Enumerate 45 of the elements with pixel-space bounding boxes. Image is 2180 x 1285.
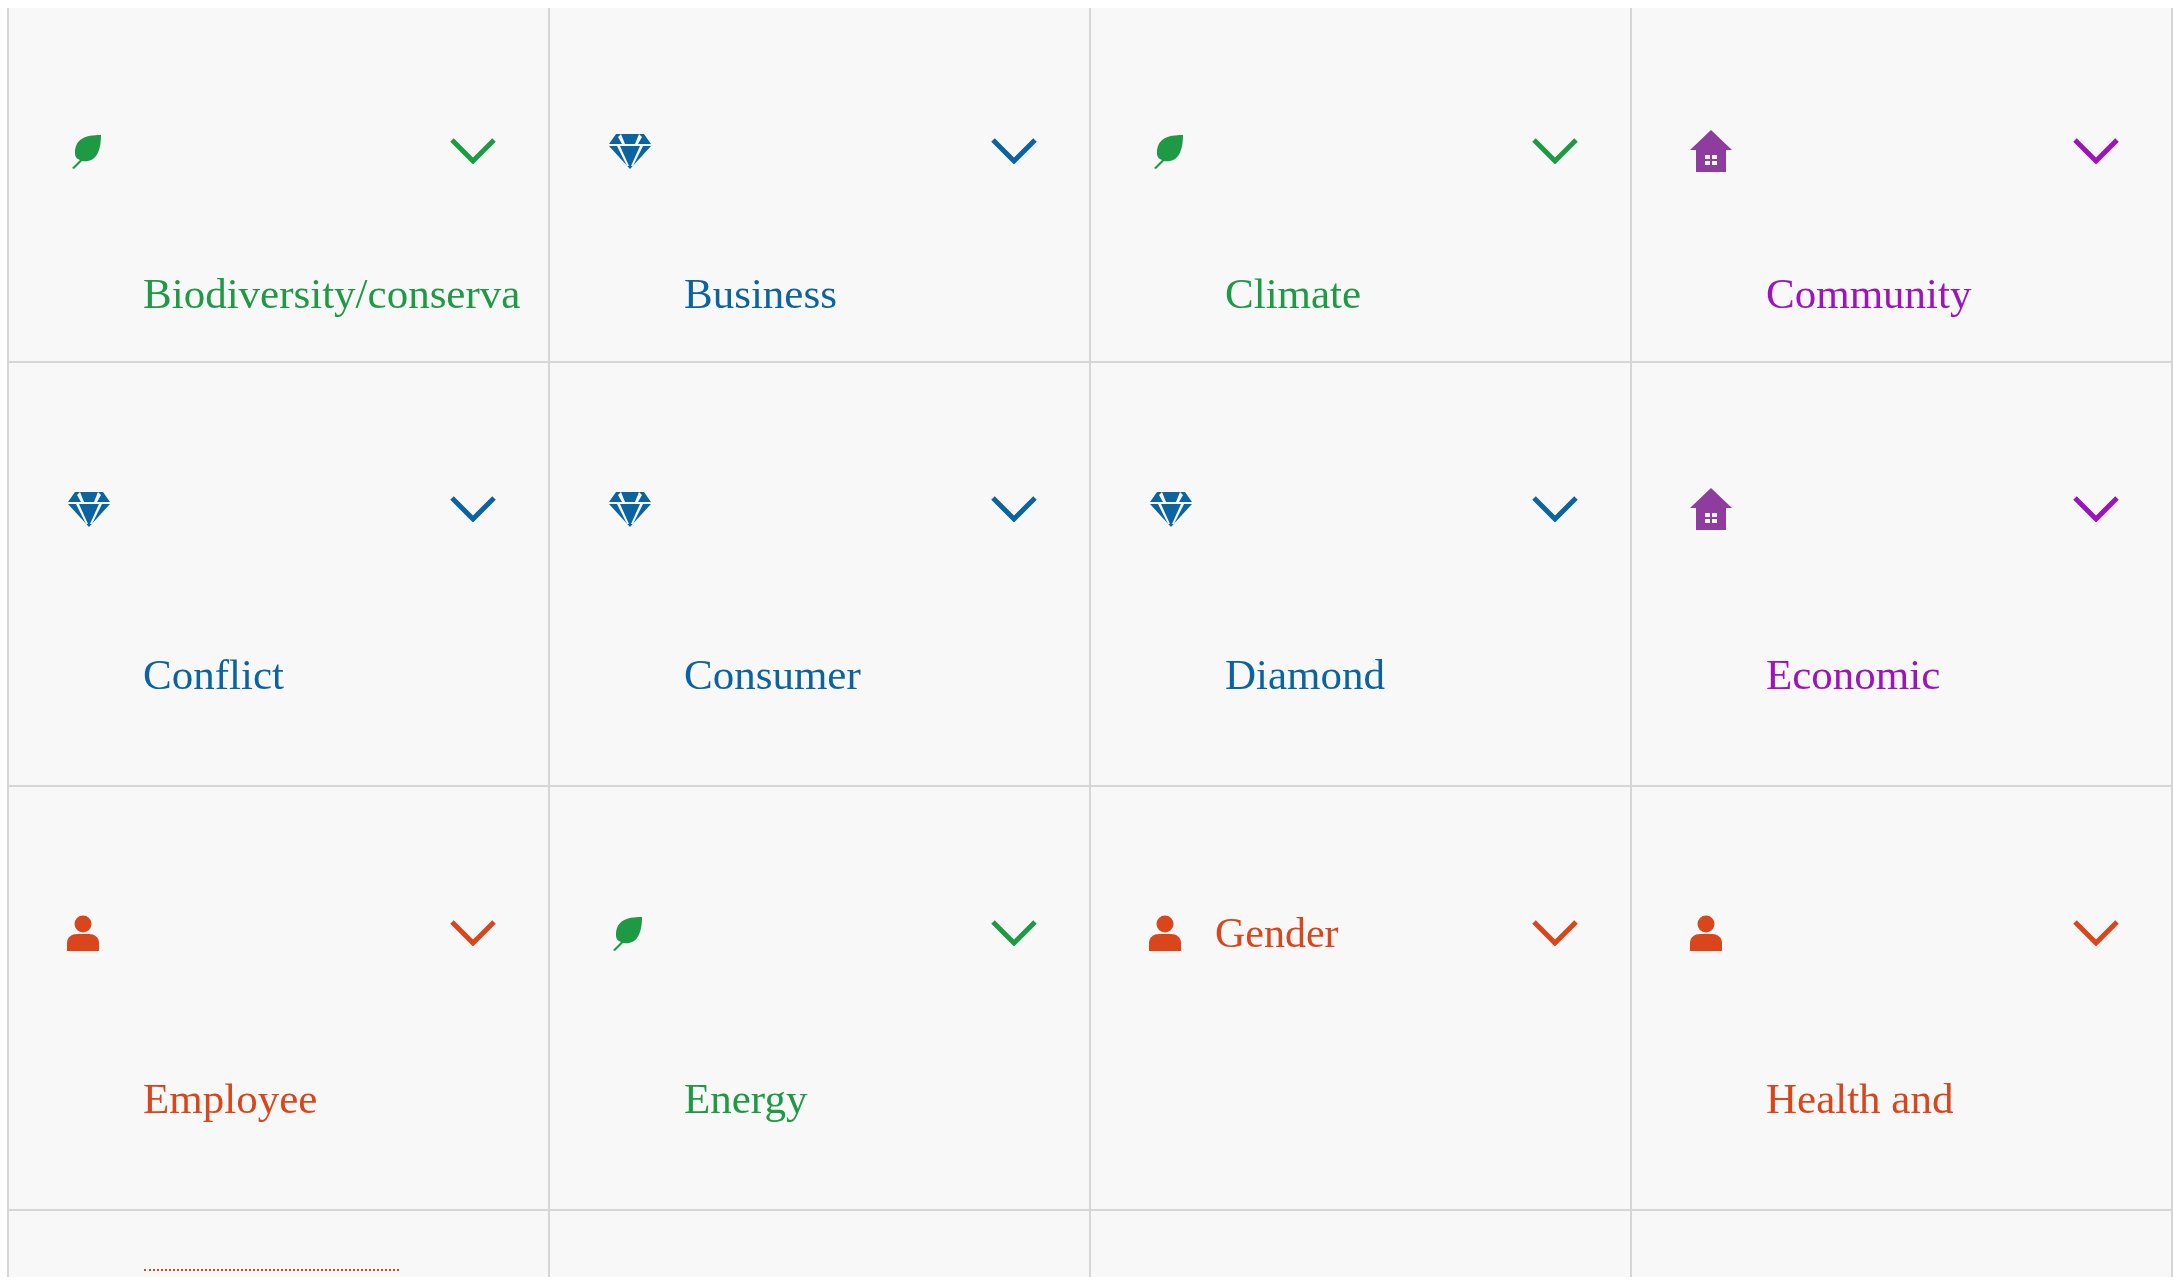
topic-label: Climate <box>1224 269 1363 319</box>
chevron-down-icon[interactable] <box>1532 138 1578 164</box>
topic-card[interactable]: Employee <box>9 787 550 1211</box>
house-icon <box>1690 130 1732 172</box>
topic-label: Biodiversity/conserva <box>142 269 522 319</box>
topic-label: Employee <box>142 1074 319 1124</box>
topic-label: Consumer <box>683 650 862 700</box>
chevron-down-icon[interactable] <box>450 496 496 522</box>
chevron-down-icon[interactable] <box>991 496 1037 522</box>
chevron-down-icon[interactable] <box>991 920 1037 946</box>
topic-card[interactable]: Energy <box>550 787 1091 1211</box>
person-icon <box>1149 915 1181 951</box>
topic-label: Energy <box>683 1074 809 1124</box>
topic-label: Conflict <box>142 650 285 700</box>
diamond-icon <box>1149 491 1193 527</box>
person-icon <box>67 915 99 951</box>
topic-label: Diamond <box>1224 650 1387 700</box>
topic-card[interactable]: Health and <box>1632 787 2173 1211</box>
topic-card[interactable]: Consumer <box>550 363 1091 787</box>
diamond-icon <box>608 133 652 169</box>
topic-label: Health and <box>1765 1074 1955 1124</box>
topic-card[interactable]: Climate <box>1091 8 1632 363</box>
topic-card[interactable]: Biodiversity/conserva <box>9 8 550 363</box>
topic-label: Community <box>1765 269 1973 319</box>
topic-label: Gender <box>1215 909 1339 957</box>
chevron-down-icon[interactable] <box>2073 496 2119 522</box>
topic-label: Business <box>683 269 838 319</box>
house-icon <box>1690 488 1732 530</box>
diamond-icon <box>608 491 652 527</box>
chevron-down-icon[interactable] <box>1532 920 1578 946</box>
topic-card[interactable]: Gender <box>1091 787 1632 1211</box>
topic-card[interactable]: Conflict <box>9 363 550 787</box>
chevron-down-icon[interactable] <box>1532 496 1578 522</box>
chevron-down-icon[interactable] <box>450 920 496 946</box>
topic-card[interactable]: Diamond <box>1091 363 1632 787</box>
diamond-icon <box>67 491 111 527</box>
topic-label: Economic <box>1765 650 1942 700</box>
topic-card[interactable]: Economic <box>1632 363 2173 787</box>
person-icon <box>1690 915 1722 951</box>
topic-card[interactable]: Community <box>1632 8 2173 363</box>
chevron-down-icon[interactable] <box>991 138 1037 164</box>
chevron-down-icon[interactable] <box>2073 920 2119 946</box>
chevron-down-icon[interactable] <box>450 138 496 164</box>
chevron-down-icon[interactable] <box>2073 138 2119 164</box>
topic-card[interactable]: Business <box>550 8 1091 363</box>
